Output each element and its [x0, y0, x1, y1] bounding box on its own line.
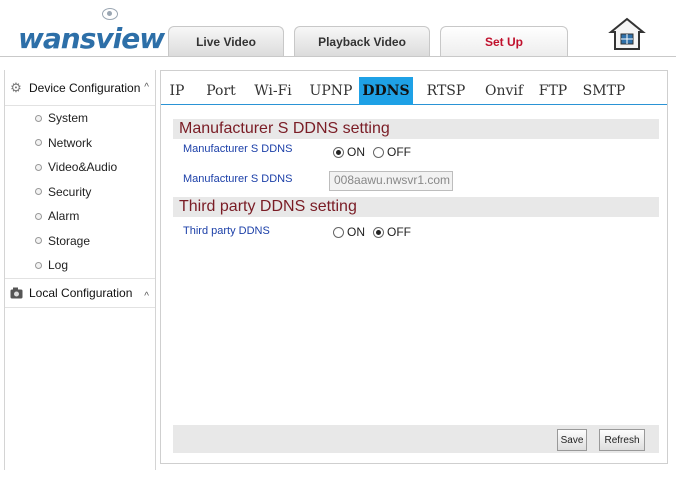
subtab-rtsp[interactable]: RTSP: [421, 77, 471, 105]
subtab-wifi[interactable]: Wi-Fi: [251, 77, 295, 105]
manufacturer-ddns-domain-field[interactable]: 008aawu.nwsvr1.com: [329, 171, 453, 191]
subtab-onvif[interactable]: Onvif: [479, 77, 529, 105]
bullet-icon: [35, 237, 42, 245]
sidebar-item-label: Video&Audio: [48, 160, 118, 175]
manufacturer-ddns-radio-group: ON OFF: [333, 145, 419, 159]
tab-set-up[interactable]: Set Up: [440, 26, 568, 56]
sidebar: ⚙ Device Configuration ^ System Network …: [4, 70, 156, 470]
action-bar: Save Refresh: [173, 425, 659, 453]
bullet-icon: [35, 212, 42, 220]
sidebar-item-label: Log: [48, 258, 69, 273]
sidebar-group-label: Device Configuration: [29, 80, 141, 95]
header: wansview Live Video Playback Video Set U…: [0, 0, 676, 60]
sidebar-item-alarm[interactable]: Alarm: [5, 204, 155, 229]
tab-live-video[interactable]: Live Video: [168, 26, 284, 56]
bullet-icon: [35, 139, 42, 147]
logo: wansview: [18, 8, 165, 55]
bullet-icon: [35, 188, 42, 196]
sidebar-item-storage[interactable]: Storage: [5, 229, 155, 254]
manufacturer-ddns-off-radio[interactable]: [373, 146, 384, 158]
sidebar-item-security[interactable]: Security: [5, 180, 155, 205]
sidebar-item-label: Storage: [48, 233, 91, 248]
third-party-ddns-section-title: Third party DDNS setting: [173, 197, 659, 217]
third-party-ddns-off-radio[interactable]: [373, 226, 384, 238]
sidebar-group-label: Local Configuration: [29, 285, 133, 300]
sidebar-item-label: Network: [48, 135, 93, 150]
manufacturer-ddns-enable-label: Manufacturer S DDNS: [183, 143, 293, 155]
header-divider: [0, 56, 676, 57]
bullet-icon: [35, 163, 42, 171]
chevron-up-icon[interactable]: ^: [144, 82, 149, 93]
subtab-smtp[interactable]: SMTP: [579, 77, 629, 105]
refresh-button[interactable]: Refresh: [599, 429, 645, 451]
subtab-port[interactable]: Port: [201, 77, 241, 105]
home-icon[interactable]: [608, 16, 646, 52]
sidebar-device-configuration[interactable]: ⚙ Device Configuration ^: [5, 70, 155, 106]
manufacturer-ddns-domain-label: Manufacturer S DDNS: [183, 173, 293, 185]
tab-playback-video[interactable]: Playback Video: [294, 26, 430, 56]
sidebar-item-network[interactable]: Network: [5, 131, 155, 156]
sidebar-item-label: Security: [48, 184, 92, 199]
gear-icon: ⚙: [10, 79, 22, 95]
logo-eye-icon: [102, 8, 118, 20]
sidebar-item-label: Alarm: [48, 209, 80, 224]
subtab-ip[interactable]: IP: [165, 77, 189, 105]
radio-off-label: OFF: [387, 145, 411, 159]
sidebar-local-configuration[interactable]: Local Configuration ^: [5, 277, 155, 308]
settings-panel: IP Port Wi-Fi UPNP DDNS RTSP Onvif FTP S…: [160, 70, 668, 464]
bullet-icon: [35, 261, 42, 269]
settings-subtabs: IP Port Wi-Fi UPNP DDNS RTSP Onvif FTP S…: [161, 71, 667, 105]
radio-on-label: ON: [347, 145, 365, 159]
sidebar-item-system[interactable]: System: [5, 106, 155, 131]
radio-off-label: OFF: [387, 225, 411, 239]
page: wansview Live Video Playback Video Set U…: [0, 0, 676, 477]
chevron-up-icon[interactable]: ^: [144, 291, 149, 302]
sidebar-item-label: System: [48, 111, 89, 126]
third-party-ddns-enable-label: Third party DDNS: [183, 225, 270, 237]
subtab-ddns[interactable]: DDNS: [359, 77, 413, 105]
third-party-ddns-radio-group: ON OFF: [333, 225, 419, 239]
manufacturer-ddns-section-title: Manufacturer S DDNS setting: [173, 119, 659, 139]
sidebar-item-video-audio[interactable]: Video&Audio: [5, 155, 155, 180]
subtab-upnp[interactable]: UPNP: [307, 77, 355, 105]
subtab-ftp[interactable]: FTP: [535, 77, 571, 105]
save-button[interactable]: Save: [557, 429, 587, 451]
radio-on-label: ON: [347, 225, 365, 239]
camera-icon: [9, 286, 23, 300]
manufacturer-ddns-on-radio[interactable]: [333, 146, 344, 158]
third-party-ddns-on-radio[interactable]: [333, 226, 344, 238]
logo-text: wansview: [18, 22, 165, 55]
sidebar-item-log[interactable]: Log: [5, 253, 155, 278]
bullet-icon: [35, 114, 42, 122]
